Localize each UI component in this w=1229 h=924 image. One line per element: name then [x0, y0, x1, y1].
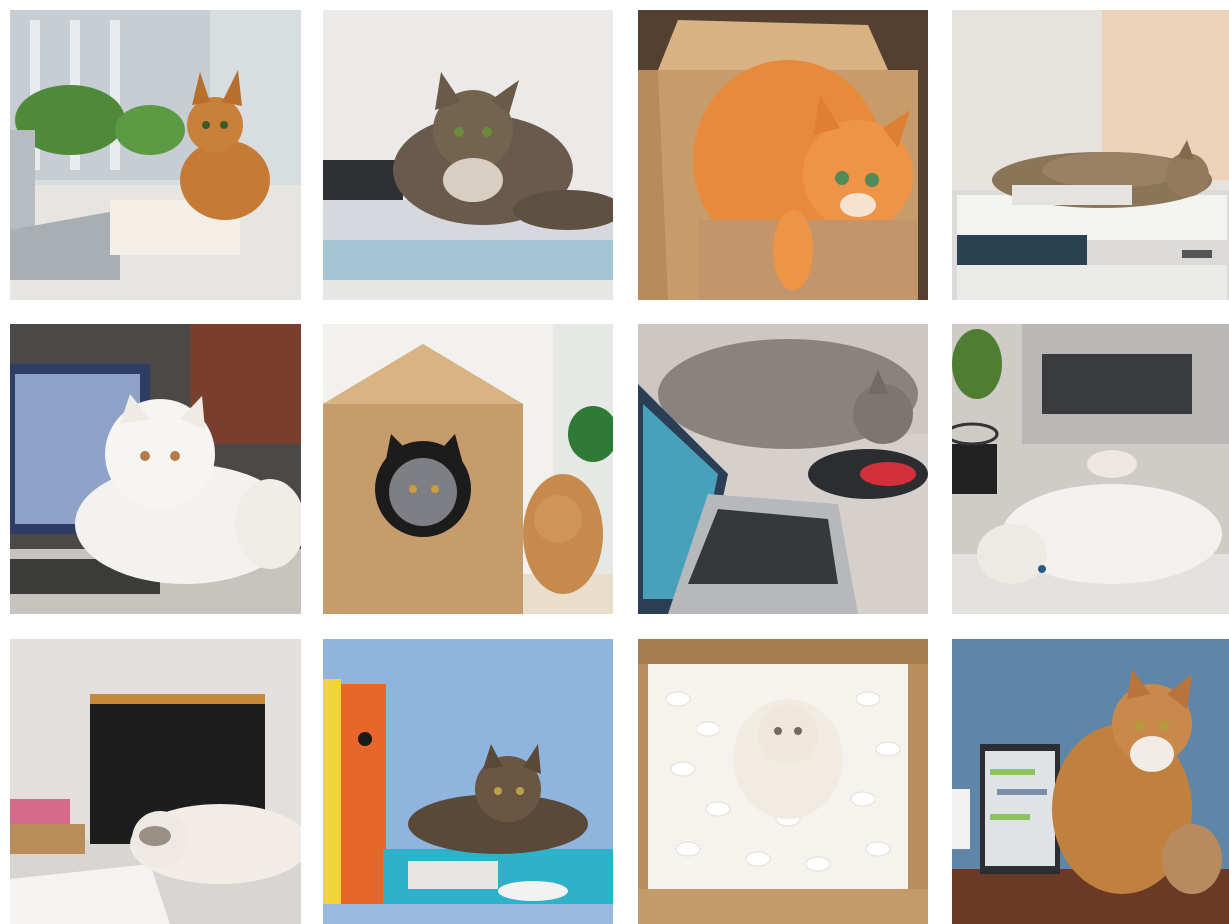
photo-gray-cat-by-laptop [638, 324, 928, 614]
photo-cat-on-printer [952, 10, 1229, 300]
photo-cat-desk-laptop [10, 10, 301, 300]
photo-white-cat-under-laptop [952, 324, 1229, 614]
photo-cat-on-papers [323, 10, 613, 300]
photo-orange-cat-in-box [638, 10, 928, 300]
cat-photo-grid [0, 0, 1229, 924]
photo-fluffy-cat-on-desk [10, 639, 301, 924]
photo-cat-on-blue-binder [323, 639, 613, 924]
photo-white-persian-on-laptop [10, 324, 301, 614]
photo-white-cat-in-packing-peanuts [638, 639, 928, 924]
photo-calico-cat-by-laptop [952, 639, 1229, 924]
photo-cat-in-cardboard-house [323, 324, 613, 614]
